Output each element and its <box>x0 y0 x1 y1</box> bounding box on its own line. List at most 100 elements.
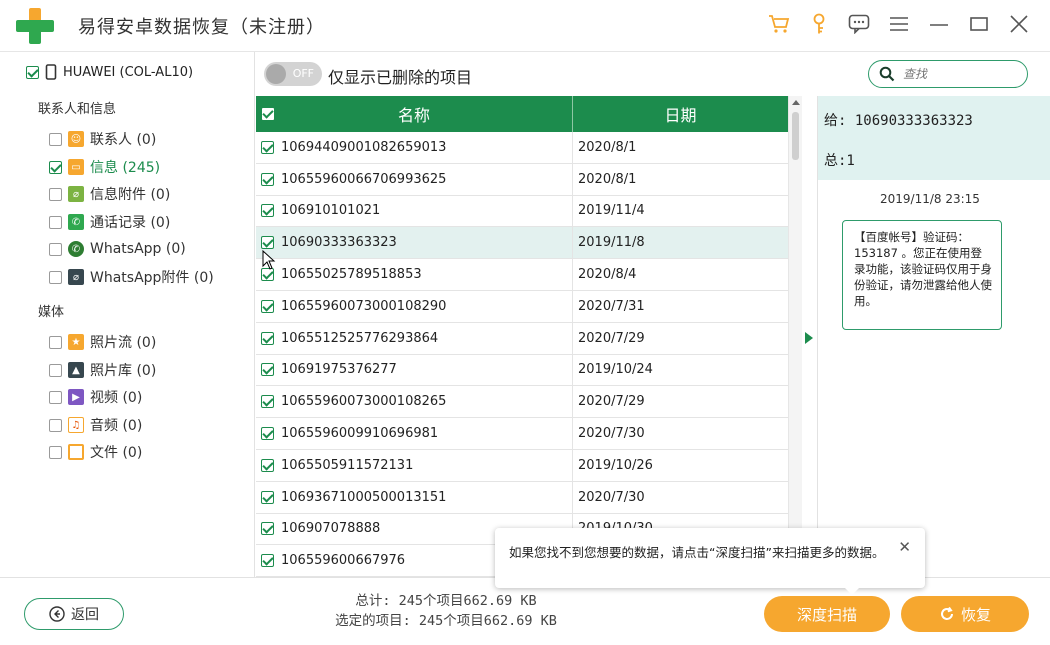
row-checkbox[interactable] <box>261 140 274 154</box>
menu-icon[interactable] <box>886 10 912 38</box>
column-header-date[interactable]: 日期 <box>664 102 696 126</box>
row-date: 2019/10/24 <box>578 362 653 378</box>
table-row[interactable]: 106910101021 2019/11/4 <box>256 195 788 228</box>
deleted-only-toggle[interactable]: OFF <box>264 62 322 86</box>
table-row[interactable]: 10655960066706993625 2020/8/1 <box>256 163 788 196</box>
row-checkbox[interactable] <box>261 268 274 282</box>
row-checkbox[interactable] <box>261 458 274 472</box>
expand-arrow-icon[interactable] <box>805 332 813 344</box>
category-label: 信息附件 (0) <box>90 187 171 203</box>
whatsapp-icon: ✆ <box>68 241 84 257</box>
category-checkbox[interactable] <box>49 215 62 229</box>
message-time: 2019/11/8 23:15 <box>880 192 980 206</box>
category-label: 音频 (0) <box>90 418 143 434</box>
category-whatsapp[interactable]: ✆ WhatsApp (0) <box>49 239 186 259</box>
panel-splitter[interactable] <box>802 96 818 577</box>
row-name: 10655960066706993625 <box>281 171 447 187</box>
row-name: 106910101021 <box>281 203 381 219</box>
row-name: 1065505911572131 <box>281 457 414 473</box>
row-date: 2020/8/1 <box>578 171 637 187</box>
row-checkbox[interactable] <box>261 395 274 409</box>
table-row[interactable]: 10690333363323 2019/11/8 <box>256 227 788 260</box>
row-checkbox[interactable] <box>261 554 274 568</box>
table-row[interactable]: 10655960073000108265 2020/7/29 <box>256 386 788 419</box>
category-label: WhatsApp附件 (0) <box>90 270 214 286</box>
category-checkbox[interactable] <box>49 445 62 459</box>
row-name: 10655960073000108265 <box>281 394 447 410</box>
table-row[interactable]: 10655960073000108290 2020/7/31 <box>256 290 788 323</box>
category-message-attachments[interactable]: ⌀ 信息附件 (0) <box>49 184 170 204</box>
close-icon[interactable] <box>1006 10 1032 38</box>
category-checkbox[interactable] <box>49 390 62 404</box>
row-checkbox[interactable] <box>261 490 274 504</box>
back-button[interactable]: 返回 <box>24 598 124 630</box>
table-row[interactable]: 1065505911572131 2019/10/26 <box>256 449 788 482</box>
scroll-up-arrow-icon[interactable] <box>792 100 800 105</box>
category-label: 信息 (245) <box>90 160 161 176</box>
audio-icon: ♫ <box>68 417 84 433</box>
row-checkbox[interactable] <box>261 172 274 186</box>
message-detail-panel: 给: 10690333363323 总:1 2019/11/8 23:15 【百… <box>818 96 1050 577</box>
category-checkbox[interactable] <box>49 242 62 256</box>
deep-scan-button[interactable]: 深度扫描 <box>764 596 890 632</box>
deleted-only-label: 仅显示已删除的项目 <box>328 68 473 87</box>
row-date: 2020/7/30 <box>578 426 645 442</box>
row-date: 2020/7/31 <box>578 298 645 314</box>
select-all-checkbox[interactable] <box>262 108 274 120</box>
search-box[interactable] <box>868 60 1028 88</box>
category-contacts[interactable]: ☺ 联系人 (0) <box>49 129 156 149</box>
row-checkbox[interactable] <box>261 331 274 345</box>
category-whatsapp-attachments[interactable]: ⌀ WhatsApp附件 (0) <box>49 267 214 287</box>
minimize-icon[interactable] <box>926 10 952 38</box>
category-checkbox[interactable] <box>49 363 62 377</box>
row-name: 10693671000500013151 <box>281 489 447 505</box>
table-scrollbar[interactable] <box>788 96 802 577</box>
row-checkbox[interactable] <box>261 522 274 536</box>
category-checkbox[interactable] <box>49 187 62 201</box>
scroll-thumb[interactable] <box>792 112 799 160</box>
device-checkbox[interactable] <box>26 65 39 79</box>
row-checkbox[interactable] <box>261 236 274 250</box>
row-checkbox[interactable] <box>261 299 274 313</box>
table-row[interactable]: 10655025789518853 2020/8/4 <box>256 259 788 291</box>
category-photo-library[interactable]: ▲ 照片库 (0) <box>49 360 156 380</box>
table-row[interactable]: 10694409001082659013 2020/8/1 <box>256 132 788 164</box>
category-files[interactable]: 文件 (0) <box>49 442 142 462</box>
category-checkbox[interactable] <box>49 270 62 284</box>
whatsapp-attachment-icon: ⌀ <box>68 269 84 285</box>
category-messages[interactable]: ▭ 信息 (245) <box>49 157 160 177</box>
table-header: 名称 日期 <box>256 96 788 132</box>
table-row[interactable]: 1065596009910696981 2020/7/30 <box>256 418 788 450</box>
key-icon[interactable] <box>806 10 832 38</box>
video-icon: ▶ <box>68 389 84 405</box>
category-checkbox[interactable] <box>49 335 62 349</box>
category-video[interactable]: ▶ 视频 (0) <box>49 387 142 407</box>
recipient-line: 给: 10690333363323 <box>824 113 973 129</box>
maximize-icon[interactable] <box>966 10 992 38</box>
category-checkbox[interactable] <box>49 160 62 174</box>
row-name: 10691975376277 <box>281 362 397 378</box>
category-photo-stream[interactable]: ★ 照片流 (0) <box>49 332 156 352</box>
table-row[interactable]: 1065512525776293864 2020/7/29 <box>256 322 788 355</box>
tip-close-icon[interactable]: ✕ <box>898 538 911 556</box>
table-row[interactable]: 10691975376277 2019/10/24 <box>256 354 788 387</box>
feedback-icon[interactable] <box>846 10 872 38</box>
search-icon <box>879 66 895 82</box>
recover-button[interactable]: 恢复 <box>901 596 1029 632</box>
category-audio[interactable]: ♫ 音频 (0) <box>49 415 142 435</box>
device-item[interactable]: HUAWEI (COL-AL10) <box>26 64 193 80</box>
row-checkbox[interactable] <box>261 204 274 218</box>
row-checkbox[interactable] <box>261 363 274 377</box>
category-checkbox[interactable] <box>49 132 62 146</box>
contacts-icon: ☺ <box>68 131 84 147</box>
column-header-name[interactable]: 名称 <box>398 102 430 126</box>
category-call-log[interactable]: ✆ 通话记录 (0) <box>49 212 170 232</box>
search-input[interactable] <box>903 65 1013 83</box>
cart-icon[interactable] <box>766 10 792 38</box>
row-checkbox[interactable] <box>261 427 274 441</box>
category-checkbox[interactable] <box>49 418 62 432</box>
table-row[interactable]: 10693671000500013151 2020/7/30 <box>256 481 788 514</box>
row-date: 2019/11/8 <box>578 235 645 251</box>
row-name: 1065512525776293864 <box>281 330 439 346</box>
app-logo-icon <box>16 8 54 44</box>
